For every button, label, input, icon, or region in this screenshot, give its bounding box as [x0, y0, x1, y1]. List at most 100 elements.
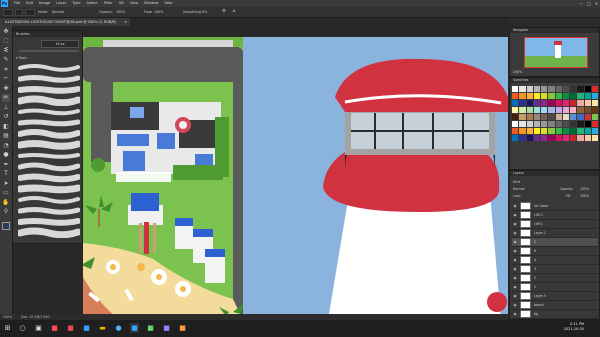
brush-preset-item[interactable]: [18, 194, 80, 205]
color-swatch[interactable]: [541, 114, 548, 120]
color-swatch[interactable]: [548, 128, 555, 134]
color-swatch[interactable]: [555, 114, 562, 120]
layer-row[interactable]: ◉ Layer 5: [512, 292, 598, 301]
color-swatch[interactable]: [584, 121, 591, 127]
maximize-button[interactable]: □: [587, 0, 591, 7]
clone-stamp-tool-icon[interactable]: ⊥: [2, 104, 10, 112]
history-brush-tool-icon[interactable]: ↺: [2, 113, 10, 121]
color-swatch[interactable]: [519, 135, 526, 141]
color-swatch[interactable]: [512, 121, 519, 127]
eye-icon[interactable]: ◉: [512, 222, 518, 226]
color-swatch[interactable]: [584, 86, 591, 92]
menu-item-image[interactable]: Image: [36, 0, 53, 7]
color-swatch[interactable]: [577, 121, 584, 127]
color-swatch[interactable]: [562, 100, 569, 106]
brush-tool-icon[interactable]: ✏: [2, 94, 10, 102]
brush-preset-item[interactable]: [18, 128, 80, 139]
menu-item-edit[interactable]: Edit: [23, 0, 36, 7]
brush-preset-item[interactable]: [18, 117, 80, 128]
color-swatch[interactable]: [584, 100, 591, 106]
color-swatch[interactable]: [562, 135, 569, 141]
color-swatch[interactable]: [548, 135, 555, 141]
brush-preset-item[interactable]: [18, 73, 80, 84]
brush-preset-item[interactable]: [18, 150, 80, 161]
color-swatch[interactable]: [591, 135, 598, 141]
angle-icon[interactable]: ⊿: [232, 9, 236, 15]
color-swatch[interactable]: [577, 93, 584, 99]
document-tab[interactable]: ILLUSTRATION: LIGHTHOUSE FRONT@(60.psd @…: [0, 18, 130, 26]
brush-preset-item[interactable]: [18, 183, 80, 194]
marquee-tool-icon[interactable]: ⬚: [2, 37, 10, 45]
type-tool-icon[interactable]: T: [2, 170, 10, 178]
color-swatch[interactable]: [519, 121, 526, 127]
color-swatch[interactable]: [541, 135, 548, 141]
eye-icon[interactable]: ◉: [512, 249, 518, 253]
layer-row[interactable]: ◉ 5: [512, 238, 598, 247]
color-swatch[interactable]: [519, 86, 526, 92]
layer-row[interactable]: ◉ 3: [512, 265, 598, 274]
color-swatch[interactable]: [512, 86, 519, 92]
color-swatch[interactable]: [570, 86, 577, 92]
eraser-tool-icon[interactable]: ◧: [2, 123, 10, 131]
color-swatch[interactable]: [526, 107, 533, 113]
color-swatch[interactable]: [570, 128, 577, 134]
color-swatch[interactable]: [555, 100, 562, 106]
menu-item-help[interactable]: Help: [161, 0, 175, 7]
navigator-zoom[interactable]: 200%: [513, 70, 522, 74]
color-swatch[interactable]: [541, 128, 548, 134]
eye-icon[interactable]: ◉: [512, 294, 518, 298]
brush-settings-button[interactable]: [15, 9, 23, 16]
color-swatch[interactable]: [541, 107, 548, 113]
shape-tool-icon[interactable]: ▭: [2, 189, 10, 197]
color-swatch[interactable]: [541, 93, 548, 99]
folder-icon[interactable]: ▬: [98, 323, 107, 333]
brush-preset-item[interactable]: [18, 227, 80, 238]
search-icon[interactable]: ○: [18, 323, 27, 333]
color-swatch[interactable]: [548, 86, 555, 92]
brush-preset-item[interactable]: [18, 62, 80, 73]
color-swatch[interactable]: [533, 114, 540, 120]
color-swatch[interactable]: [577, 114, 584, 120]
lasso-tool-icon[interactable]: ᓬ: [2, 47, 10, 55]
color-swatch[interactable]: [570, 93, 577, 99]
color-swatch[interactable]: [562, 114, 569, 120]
color-swatch[interactable]: [562, 93, 569, 99]
color-swatch[interactable]: [519, 128, 526, 134]
layer-row[interactable]: ◉ 2: [512, 274, 598, 283]
color-swatch[interactable]: [570, 107, 577, 113]
brush-preset-picker[interactable]: [3, 9, 13, 16]
color-swatch[interactable]: [526, 121, 533, 127]
color-swatch[interactable]: [577, 107, 584, 113]
color-swatch[interactable]: [533, 128, 540, 134]
color-swatch[interactable]: [591, 114, 598, 120]
color-swatch[interactable]: [541, 86, 548, 92]
color-swatch[interactable]: [591, 107, 598, 113]
color-swatch[interactable]: [555, 93, 562, 99]
color-swatch[interactable]: [512, 93, 519, 99]
zoom-tool-icon[interactable]: ⚲: [2, 208, 10, 216]
color-swatch[interactable]: [562, 86, 569, 92]
color-swatch[interactable]: [548, 93, 555, 99]
color-swatch[interactable]: [570, 114, 577, 120]
color-swatch[interactable]: [541, 121, 548, 127]
menu-item-file[interactable]: File: [11, 0, 23, 7]
eye-icon[interactable]: ◉: [512, 285, 518, 289]
dodge-tool-icon[interactable]: ●: [2, 151, 10, 159]
layer-opacity-field[interactable]: 100%: [580, 187, 589, 191]
color-swatch[interactable]: [526, 93, 533, 99]
layer-row[interactable]: ◉ 1: [512, 283, 598, 292]
smoothing-field[interactable]: 0%: [202, 9, 207, 15]
color-swatch[interactable]: [526, 128, 533, 134]
color-swatch[interactable]: [512, 107, 519, 113]
brush-preset-item[interactable]: [18, 161, 80, 172]
browser-icon[interactable]: ●: [114, 323, 123, 333]
eye-icon[interactable]: ◉: [512, 276, 518, 280]
brush-preset-item[interactable]: [18, 106, 80, 117]
color-swatch[interactable]: [577, 86, 584, 92]
color-swatch[interactable]: [512, 100, 519, 106]
quick-select-tool-icon[interactable]: ✎: [2, 56, 10, 64]
color-swatch[interactable]: [533, 135, 540, 141]
color-swatch[interactable]: [562, 128, 569, 134]
mode-select[interactable]: Normal: [52, 9, 64, 15]
color-swatch[interactable]: [591, 128, 598, 134]
